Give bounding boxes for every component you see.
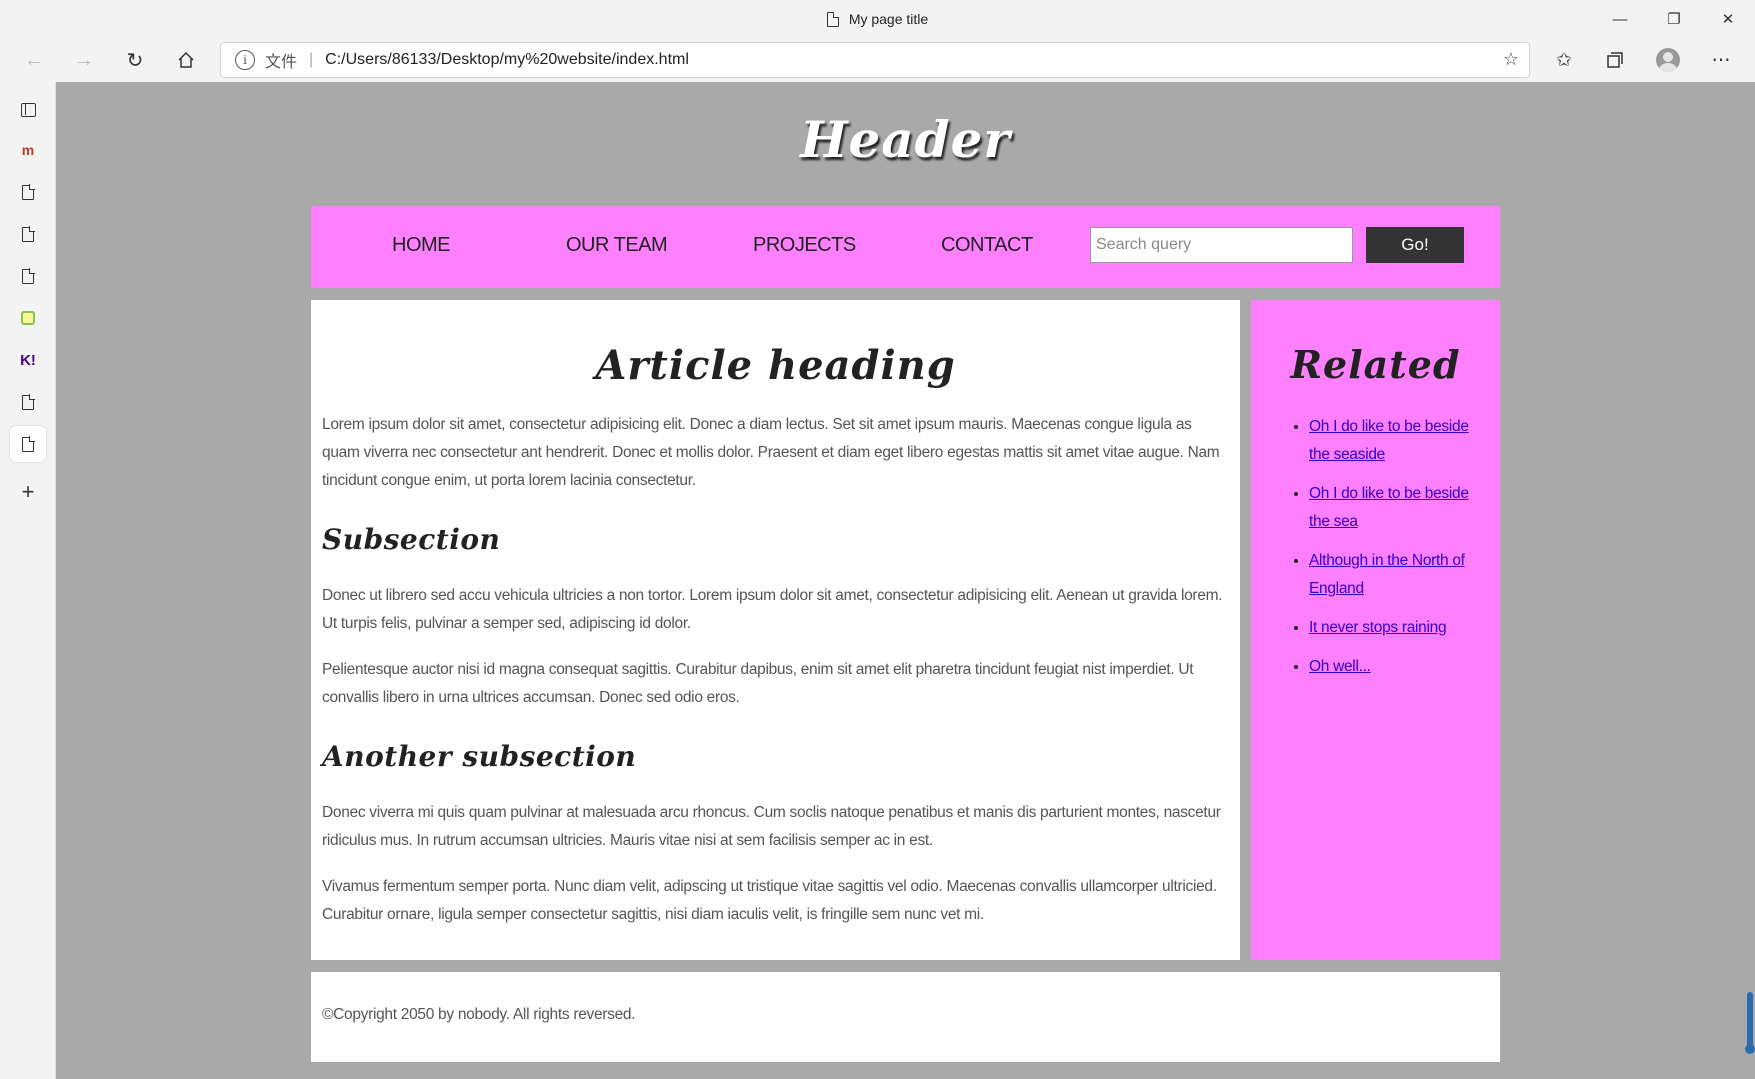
avatar (1656, 48, 1680, 72)
kahoot-icon: K! (20, 351, 36, 369)
document-icon (22, 268, 35, 284)
refresh-icon: ↻ (126, 49, 144, 72)
related-link-raining[interactable]: It never stops raining (1309, 619, 1447, 636)
back-button[interactable]: ← (16, 42, 52, 78)
list-item: Oh I do like to be beside the sea (1309, 480, 1480, 536)
article: Article heading Lorem ipsum dolor sit am… (311, 300, 1240, 960)
home-icon (178, 51, 194, 68)
profile-button[interactable] (1650, 42, 1686, 78)
tab-document-2[interactable] (10, 216, 46, 252)
more-icon: ⋯ (1711, 49, 1731, 71)
browser-toolbar: ← → ↻ i 文件 | C:/Users/86133/Desktop/my%2… (0, 38, 1755, 82)
related-link-sea[interactable]: Oh I do like to be beside the sea (1309, 485, 1469, 530)
another-subsection-paragraph-1: Donec viverra mi quis quam pulvinar at m… (322, 804, 1221, 849)
another-subsection-paragraph-2: Vivamus fermentum semper porta. Nunc dia… (322, 878, 1217, 923)
more-button[interactable]: ⋯ (1703, 42, 1739, 78)
home-button[interactable] (168, 42, 204, 78)
related-link-seaside[interactable]: Oh I do like to be beside the seaside (1309, 418, 1469, 463)
collections-icon (1607, 52, 1623, 68)
page-header: Header (800, 110, 1011, 169)
list-item: Oh I do like to be beside the seaside (1309, 413, 1480, 469)
scrollbar-thumb[interactable] (1747, 992, 1753, 1050)
list-item: Although in the North of England (1309, 547, 1480, 603)
document-icon (22, 226, 35, 242)
favorites-button[interactable]: ✩ (1546, 42, 1582, 78)
collections-button[interactable] (1597, 42, 1633, 78)
info-icon[interactable]: i (235, 50, 255, 70)
page-viewport: Header HOME OUR TEAM PROJECTS CONTACT Go… (56, 82, 1755, 1079)
tab-actions-button[interactable] (10, 92, 46, 128)
close-button[interactable]: ✕ (1701, 0, 1755, 38)
tab-document-active[interactable] (10, 426, 46, 462)
related-sidebar: Related Oh I do like to be beside the se… (1251, 300, 1500, 960)
scrollbar-handle[interactable] (1745, 1044, 1755, 1054)
window-title: My page title (0, 0, 1755, 38)
plus-icon: + (21, 479, 35, 504)
related-link-north[interactable]: Although in the North of England (1309, 552, 1465, 597)
arrow-right-icon: → (74, 48, 94, 71)
tab-mdn[interactable]: m (10, 132, 46, 168)
document-icon (22, 394, 35, 410)
page-icon (826, 11, 840, 28)
address-bar[interactable]: i 文件 | C:/Users/86133/Desktop/my%20websi… (220, 42, 1530, 78)
copyright-text: ©Copyright 2050 by nobody. All rights re… (322, 1006, 636, 1023)
document-icon (22, 184, 35, 200)
address-separator: | (309, 51, 314, 68)
forward-button[interactable]: → (66, 42, 102, 78)
nav-projects[interactable]: PROJECTS (753, 234, 856, 257)
panel-icon (20, 103, 36, 117)
subsection-paragraph-1: Donec ut librero sed accu vehicula ultri… (322, 587, 1223, 632)
nav-our-team[interactable]: OUR TEAM (566, 234, 668, 257)
window-controls: — ❐ ✕ (1593, 0, 1755, 38)
subsection-paragraph-2: Pelientesque auctor nisi id magna conseq… (322, 661, 1194, 706)
tab-title: My page title (848, 11, 929, 27)
nav-home[interactable]: HOME (392, 234, 451, 257)
address-url[interactable]: C:/Users/86133/Desktop/my%20website/inde… (325, 51, 689, 69)
app-icon (21, 311, 35, 325)
add-favorite-icon[interactable]: ☆ (1503, 49, 1519, 70)
refresh-button[interactable]: ↻ (117, 42, 153, 78)
related-link-oh-well[interactable]: Oh well... (1309, 658, 1371, 675)
restore-button[interactable]: ❐ (1647, 0, 1701, 38)
tab-document-4[interactable] (10, 384, 46, 420)
main-nav: HOME OUR TEAM PROJECTS CONTACT Go! (311, 206, 1500, 288)
address-scheme: 文件 (265, 54, 298, 71)
go-button[interactable]: Go! (1366, 227, 1464, 263)
vertical-tabs-sidebar: m K! + (0, 82, 56, 1079)
related-heading: Related (1290, 342, 1461, 387)
article-intro: Lorem ipsum dolor sit amet, consectetur … (322, 416, 1220, 489)
new-tab-button[interactable]: + (10, 474, 46, 510)
article-heading: Article heading (595, 342, 956, 389)
another-subsection-heading: Another subsection (322, 740, 637, 773)
nav-contact[interactable]: CONTACT (941, 234, 1033, 257)
list-item: It never stops raining (1309, 614, 1480, 642)
tab-kahoot[interactable]: K! (10, 342, 46, 378)
tab-app[interactable] (10, 300, 46, 336)
favorites-icon: ✩ (1556, 49, 1572, 71)
title-bar: My page title — ❐ ✕ (0, 0, 1755, 38)
tab-document-1[interactable] (10, 174, 46, 210)
minimize-button[interactable]: — (1593, 0, 1647, 38)
tab-document-3[interactable] (10, 258, 46, 294)
mdn-icon: m (21, 142, 35, 158)
page-footer: ©Copyright 2050 by nobody. All rights re… (311, 972, 1500, 1062)
list-item: Oh well... (1309, 653, 1480, 681)
subsection-heading: Subsection (322, 523, 501, 556)
arrow-left-icon: ← (24, 48, 44, 71)
document-icon (22, 436, 35, 452)
related-links-list: Oh I do like to be beside the seaside Oh… (1271, 413, 1480, 681)
search-input[interactable] (1090, 227, 1353, 263)
